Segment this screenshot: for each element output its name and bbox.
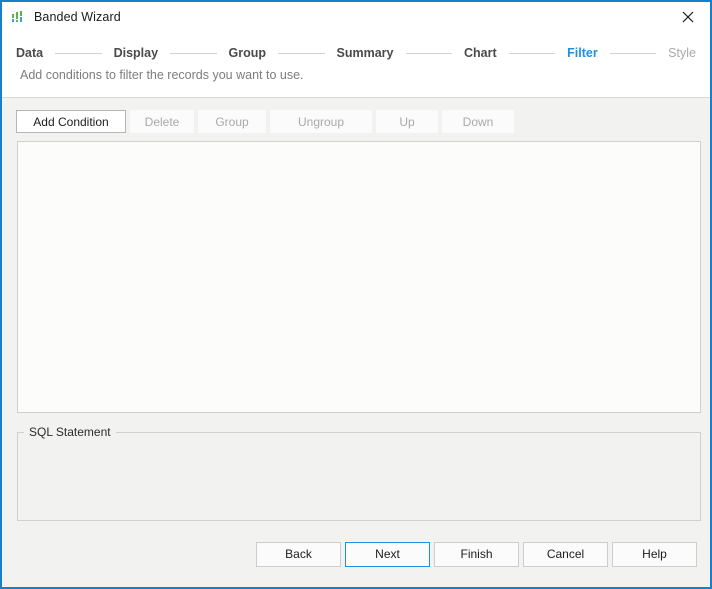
banded-wizard-dialog: Banded Wizard Data Display Group Summary… (0, 0, 712, 589)
step-group[interactable]: Group (229, 46, 267, 60)
next-button[interactable]: Next (345, 541, 430, 567)
wizard-header: Data Display Group Summary Chart Filter … (2, 32, 710, 98)
step-chart[interactable]: Chart (464, 46, 497, 60)
dialog-footer: Back Next Finish Cancel Help (2, 537, 710, 571)
finish-button[interactable]: Finish (434, 541, 519, 567)
title-bar: Banded Wizard (2, 2, 710, 32)
sql-statement-panel (17, 432, 701, 521)
help-button[interactable]: Help (612, 541, 697, 567)
wizard-step-nav: Data Display Group Summary Chart Filter … (2, 42, 710, 64)
move-down-button[interactable]: Down (442, 110, 514, 133)
step-display[interactable]: Display (114, 46, 158, 60)
back-button[interactable]: Back (256, 541, 341, 567)
conditions-toolbar: Add Condition Delete Group Ungroup Up Do… (16, 110, 514, 133)
window-title: Banded Wizard (34, 10, 121, 24)
page-subtitle: Add conditions to filter the records you… (20, 68, 304, 82)
step-summary[interactable]: Summary (337, 46, 394, 60)
cancel-button[interactable]: Cancel (523, 541, 608, 567)
ungroup-button[interactable]: Ungroup (270, 110, 372, 133)
step-style: Style (668, 46, 696, 60)
step-connector (609, 52, 657, 54)
group-button[interactable]: Group (198, 110, 266, 133)
step-connector (170, 52, 217, 54)
sql-statement-label: SQL Statement (24, 425, 116, 439)
move-up-button[interactable]: Up (376, 110, 438, 133)
close-icon[interactable] (666, 2, 710, 31)
step-filter[interactable]: Filter (567, 46, 598, 60)
delete-button[interactable]: Delete (130, 110, 194, 133)
step-connector (405, 52, 452, 54)
bar-chart-icon (10, 9, 26, 25)
step-connector (508, 52, 556, 54)
step-data[interactable]: Data (16, 46, 43, 60)
wizard-body: Add Condition Delete Group Ungroup Up Do… (2, 99, 710, 587)
step-connector (278, 52, 325, 54)
conditions-list[interactable] (17, 141, 701, 413)
step-connector (55, 52, 102, 54)
add-condition-button[interactable]: Add Condition (16, 110, 126, 133)
